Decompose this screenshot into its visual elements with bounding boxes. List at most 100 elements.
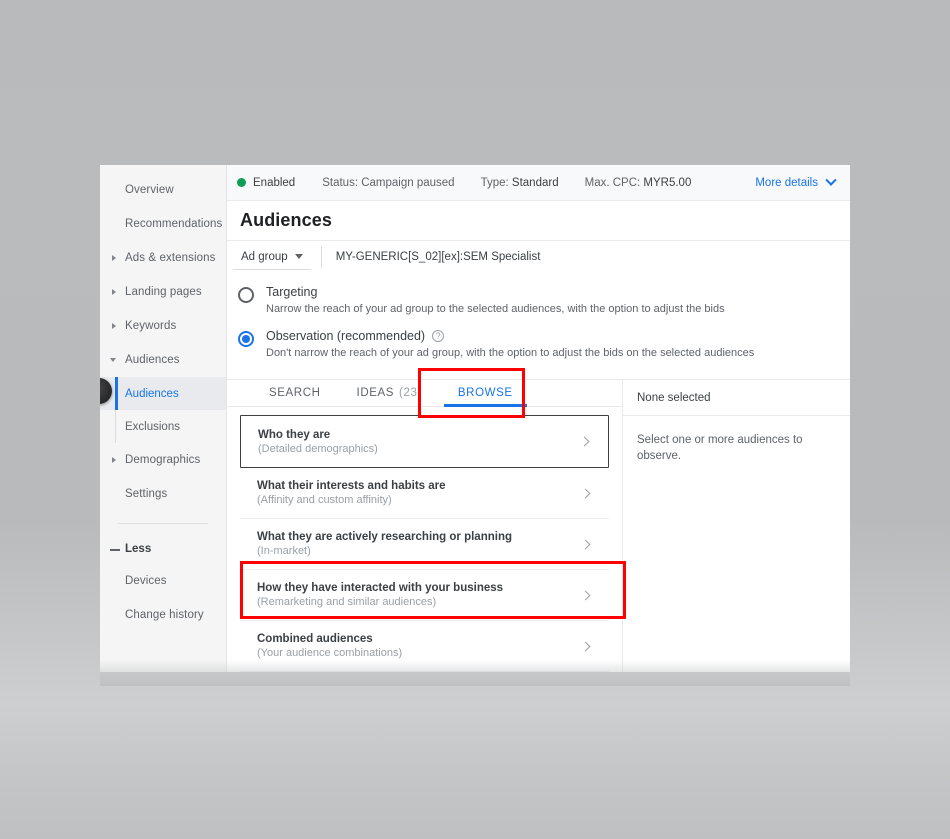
browse-item-subtitle: (Remarketing and similar audiences) xyxy=(257,596,437,608)
browse-item-title: Combined audiences xyxy=(257,633,373,645)
browse-item-subtitle: (Detailed demographics) xyxy=(258,442,378,455)
adgroup-name: MY-GENERIC[S_02][ex]:SEM Specialist xyxy=(335,251,541,263)
vertical-divider xyxy=(320,246,322,268)
sidebar-item-change-history[interactable]: Change history xyxy=(100,598,226,632)
main-content: Enabled Status: Campaign paused Type: St… xyxy=(227,165,850,672)
audience-browse-panel: SEARCH IDEAS (23) BROWSE Who they are (D… xyxy=(227,379,850,672)
sidebar-item-landing-pages[interactable]: Landing pages xyxy=(100,275,226,309)
radio-label-text: Targeting xyxy=(266,285,318,299)
sidebar-item-exclusions[interactable]: Exclusions xyxy=(100,410,226,443)
more-details-link[interactable]: More details xyxy=(755,174,837,189)
campaign-status-bar: Enabled Status: Campaign paused Type: St… xyxy=(227,165,850,201)
chevron-down-icon xyxy=(825,174,837,186)
browse-item-title: What they are actively researching or pl… xyxy=(257,531,512,543)
ads-app-card: Overview Recommendations Ads & extension… xyxy=(100,165,850,672)
status-dot-icon xyxy=(237,178,246,187)
minus-icon xyxy=(110,549,120,551)
browse-item-title: Who they are xyxy=(258,428,331,441)
audience-mode-options: Targeting Narrow the reach of your ad gr… xyxy=(227,273,850,379)
sidebar-item-label: Settings xyxy=(125,488,168,500)
chevron-right-icon xyxy=(580,590,591,600)
radio-label-text: Observation (recommended) xyxy=(266,329,426,343)
sidebar-divider xyxy=(118,523,208,524)
browse-item-interests-habits[interactable]: What their interests and habits are (Aff… xyxy=(240,468,609,519)
tab-label: BROWSE xyxy=(457,387,513,399)
sidebar-less-label: Less xyxy=(125,543,152,555)
sidebar-less-toggle[interactable]: Less xyxy=(100,534,226,564)
sidebar-item-label: Audiences xyxy=(125,354,180,366)
radio-option-targeting[interactable]: Targeting Narrow the reach of your ad gr… xyxy=(233,285,850,329)
sidebar-item-audiences[interactable]: Audiences xyxy=(100,377,226,410)
browse-item-subtitle: (Your audience combinations) xyxy=(257,647,403,659)
radio-description: Don't narrow the reach of your ad group,… xyxy=(266,347,755,359)
sidebar-item-devices[interactable]: Devices xyxy=(100,564,226,598)
status-badge: Enabled xyxy=(237,177,295,189)
help-icon[interactable]: ? xyxy=(432,330,445,342)
radio-icon-unselected[interactable] xyxy=(238,287,254,303)
sidebar-item-label: Keywords xyxy=(125,320,177,332)
status-max-cpc-key: Max. CPC: xyxy=(584,176,641,189)
radio-label: Observation (recommended) ? xyxy=(266,329,754,343)
tab-browse[interactable]: BROWSE xyxy=(440,380,531,407)
sidebar-item-settings[interactable]: Settings xyxy=(100,477,226,511)
adgroup-bar: Ad group MY-GENERIC[S_02][ex]:SEM Specia… xyxy=(227,241,850,273)
tab-search[interactable]: SEARCH xyxy=(251,380,339,406)
tab-ideas[interactable]: IDEAS (23) xyxy=(339,380,440,406)
selection-header: None selected xyxy=(623,380,850,416)
selection-hint: Select one or more audiences to observe. xyxy=(637,434,803,463)
sidebar-item-demographics[interactable]: Demographics xyxy=(100,443,226,477)
browse-category-list: Who they are (Detailed demographics) Wha… xyxy=(227,407,622,672)
more-details-label: More details xyxy=(755,176,818,189)
status-type-value: Standard xyxy=(511,176,559,189)
sidebar-item-label: Exclusions xyxy=(125,420,180,433)
sidebar-item-label: Devices xyxy=(125,575,167,587)
sidebar-item-overview[interactable]: Overview xyxy=(100,173,226,207)
browse-column: SEARCH IDEAS (23) BROWSE Who they are (D… xyxy=(227,380,622,672)
status-campaign-key: Status: xyxy=(322,176,359,189)
sidebar-item-label: Overview xyxy=(125,184,174,196)
sidebar-item-label: Audiences xyxy=(125,387,179,400)
sidebar-item-keywords[interactable]: Keywords xyxy=(100,309,226,343)
sidebar-item-label: Ads & extensions xyxy=(125,252,216,264)
status-type-key: Type: xyxy=(480,176,509,189)
browse-item-subtitle: (Affinity and custom affinity) xyxy=(257,494,392,506)
browse-item-subtitle: (In-market) xyxy=(257,545,311,557)
browse-item-title: How they have interacted with your busin… xyxy=(257,582,504,594)
sidebar-item-label: Landing pages xyxy=(125,286,202,298)
chevron-right-icon xyxy=(579,436,590,447)
chevron-right-icon xyxy=(580,641,591,651)
status-campaign-value: Campaign paused xyxy=(361,176,455,189)
status-max-cpc: Max. CPC: MYR5.00 xyxy=(585,177,692,189)
tab-label: SEARCH xyxy=(269,387,321,399)
status-state-label: Enabled xyxy=(253,176,296,189)
page-title-bar: Audiences xyxy=(227,201,850,241)
tab-count: (23) xyxy=(399,387,422,399)
audience-tabs: SEARCH IDEAS (23) BROWSE xyxy=(227,380,622,407)
browse-item-in-market[interactable]: What they are actively researching or pl… xyxy=(240,519,609,570)
sidebar-item-label: Recommendations xyxy=(125,218,223,230)
browse-item-combined-audiences[interactable]: Combined audiences (Your audience combin… xyxy=(240,621,609,672)
sidebar-item-ads-extensions[interactable]: Ads & extensions xyxy=(100,241,226,275)
browse-item-remarketing[interactable]: How they have interacted with your busin… xyxy=(240,570,609,621)
radio-label: Targeting xyxy=(266,285,725,299)
sidebar-item-audiences-group[interactable]: Audiences xyxy=(100,343,226,377)
adgroup-scope-label: Ad group xyxy=(241,250,288,263)
sidebar-item-label: Demographics xyxy=(125,454,201,466)
left-navigation-sidebar: Overview Recommendations Ads & extension… xyxy=(100,165,227,672)
radio-icon-selected[interactable] xyxy=(238,331,254,347)
radio-option-observation[interactable]: Observation (recommended) ? Don't narrow… xyxy=(233,329,850,373)
browse-item-who-they-are[interactable]: Who they are (Detailed demographics) xyxy=(240,415,609,468)
adgroup-scope-dropdown[interactable]: Ad group xyxy=(233,244,311,270)
browse-item-title: What their interests and habits are xyxy=(257,480,446,492)
radio-description: Narrow the reach of your ad group to the… xyxy=(266,303,725,315)
chevron-right-icon xyxy=(580,539,591,549)
status-campaign: Status: Campaign paused xyxy=(322,177,454,189)
tab-label: IDEAS xyxy=(356,387,395,399)
chevron-down-icon xyxy=(294,254,303,259)
selection-column: None selected Select one or more audienc… xyxy=(622,380,850,672)
page-title: Audiences xyxy=(240,210,332,230)
sidebar-item-label: Change history xyxy=(125,609,204,621)
sidebar-item-recommendations[interactable]: Recommendations xyxy=(100,207,226,241)
status-type: Type: Standard xyxy=(481,177,559,189)
status-max-cpc-value: MYR5.00 xyxy=(643,176,692,189)
